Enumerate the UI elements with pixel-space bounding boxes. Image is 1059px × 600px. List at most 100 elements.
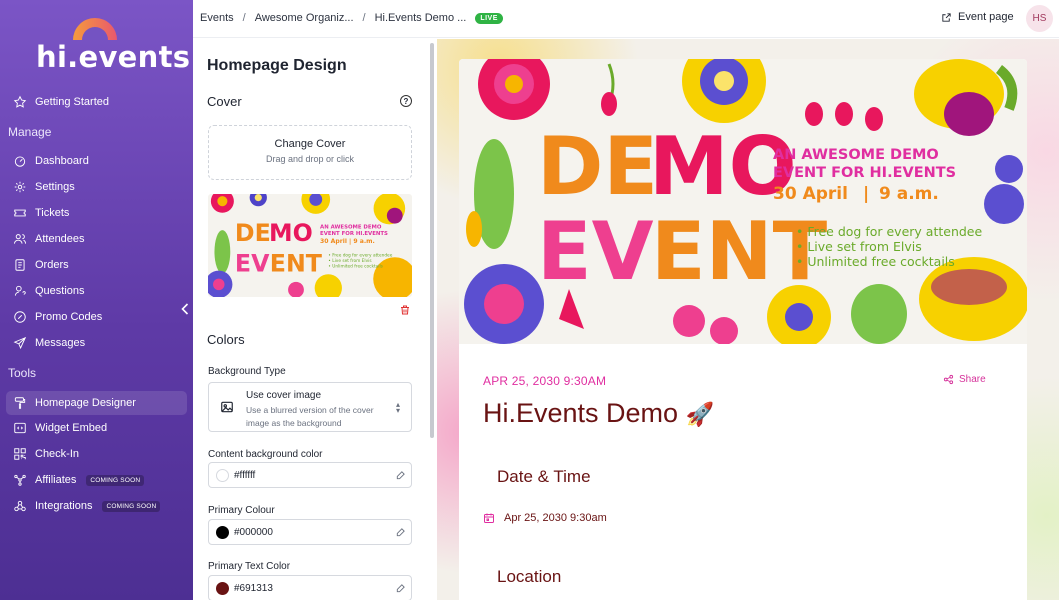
sidebar-item-label: Dashboard	[35, 155, 89, 167]
sidebar-item-settings[interactable]: Settings	[6, 175, 187, 199]
send-icon	[12, 336, 27, 351]
date-time-heading: Date & Time	[497, 467, 591, 486]
collapse-sidebar-chevron-icon[interactable]	[178, 300, 192, 318]
eyedropper-icon[interactable]	[395, 470, 406, 481]
sidebar-item-integrations[interactable]: Integrations COMING SOON	[6, 494, 187, 518]
sidebar-item-label: Attendees	[35, 233, 85, 245]
sidebar-item-label: Affiliates	[35, 474, 77, 486]
sidebar-item-label: Check-In	[35, 448, 80, 460]
trash-icon[interactable]	[399, 304, 411, 316]
primary-colour-label: Primary Colour	[208, 505, 275, 516]
date-time-value: Apr 25, 2030 9:30am	[504, 512, 607, 524]
external-link-icon	[942, 12, 951, 22]
drag-drop-hint: Drag and drop or click	[265, 154, 355, 164]
share-icon	[943, 374, 954, 385]
svg-text:MO: MO	[269, 219, 313, 247]
svg-text:DE: DE	[537, 120, 658, 213]
page-title: Homepage Design	[207, 57, 347, 74]
primary-text-color-input[interactable]: #691313	[208, 575, 412, 600]
cover-bullet: • Free dog for every attendee	[796, 224, 982, 239]
cover-time: 9 a.m.	[879, 184, 939, 204]
image-icon	[221, 401, 233, 413]
sidebar-item-homepage-designer[interactable]: Homepage Designer	[6, 391, 187, 415]
sidebar-item-questions[interactable]: Questions	[6, 279, 187, 303]
cover-dropzone[interactable]: Change Cover Drag and drop or click	[208, 125, 412, 180]
primary-colour-hex: #000000	[234, 527, 273, 538]
dashboard-icon	[12, 154, 27, 169]
svg-text:AN AWESOME DEMO: AN AWESOME DEMO	[320, 225, 382, 231]
users-icon	[12, 232, 27, 247]
coming-soon-badge: COMING SOON	[86, 474, 145, 486]
sidebar-item-affiliates[interactable]: Affiliates COMING SOON	[6, 468, 187, 492]
sidebar-item-label: Promo Codes	[35, 311, 103, 323]
manage-heading: Manage	[8, 125, 52, 139]
logo-text: hi.events	[36, 40, 191, 74]
help-icon[interactable]: ?	[400, 95, 412, 107]
panel-scrollbar[interactable]	[430, 43, 434, 438]
sidebar-item-label: Orders	[35, 259, 69, 271]
date-time-row: Apr 25, 2030 9:30am	[483, 512, 607, 524]
share-button[interactable]: Share	[943, 374, 986, 385]
color-swatch	[216, 526, 229, 539]
sidebar-item-widget-embed[interactable]: Widget Embed	[6, 416, 187, 440]
sidebar-item-label: Widget Embed	[35, 422, 108, 434]
ticket-icon	[12, 206, 27, 221]
breadcrumb-events[interactable]: Events	[200, 12, 234, 24]
sidebar-item-promo-codes[interactable]: Promo Codes	[6, 305, 187, 329]
tools-heading: Tools	[8, 366, 37, 380]
change-cover-label: Change Cover	[274, 138, 346, 150]
event-homepage-preview: DE MO EV ENT AN AWESOME DEMO EVENT FOR H…	[437, 39, 1059, 600]
content-bg-color-input[interactable]: #ffffff	[208, 462, 412, 488]
homepage-design-panel: Homepage Design Cover ? Change Cover Dra…	[193, 39, 437, 600]
background-type-select[interactable]: Use cover image Use a blurred version of…	[208, 382, 412, 432]
live-status-badge: LIVE	[475, 12, 503, 24]
chevron-up-down-icon: ▴ ▾	[396, 400, 401, 415]
question-user-icon	[12, 284, 27, 299]
breadcrumb-organizer[interactable]: Awesome Organiz...	[255, 12, 354, 24]
svg-text:30 April | 9 a.m.: 30 April | 9 a.m.	[320, 238, 375, 246]
sidebar-item-getting-started[interactable]: Getting Started	[6, 90, 187, 114]
breadcrumb-separator: /	[362, 12, 366, 24]
cover-image: DE MO EV ENT AN AWESOME DEMO EVENT FOR H…	[459, 59, 1027, 344]
event-page-link[interactable]: Event page	[941, 11, 1014, 23]
sidebar-item-label: Tickets	[35, 207, 70, 219]
location-heading: Location	[497, 567, 562, 586]
sidebar-item-tickets[interactable]: Tickets	[6, 201, 187, 225]
sidebar-item-check-in[interactable]: Check-In	[6, 442, 187, 466]
cover-section-title: Cover	[207, 94, 242, 109]
eyedropper-icon[interactable]	[395, 583, 406, 594]
breadcrumb: Events / Awesome Organiz... / Hi.Events …	[200, 12, 503, 24]
cover-thumbnail: DE MO EV ENT AN AWESOME DEMO EVENT FOR H…	[208, 194, 412, 297]
primary-colour-input[interactable]: #000000	[208, 519, 412, 545]
top-bar: Events / Awesome Organiz... / Hi.Events …	[193, 0, 1059, 38]
svg-text:EVENT FOR HI.EVENTS: EVENT FOR HI.EVENTS	[320, 231, 388, 237]
eyedropper-icon[interactable]	[395, 527, 406, 538]
svg-text:EV: EV	[537, 205, 654, 298]
share-label: Share	[959, 374, 986, 385]
content-bg-hex: #ffffff	[234, 470, 256, 481]
integrations-icon	[12, 499, 27, 514]
svg-text:• Unlimited free cocktails: • Unlimited free cocktails	[328, 263, 383, 269]
cover-bullet: • Live set from Elvis	[796, 239, 922, 254]
cover-date: 30 April	[773, 184, 848, 204]
svg-text:• Live set from Elvis: • Live set from Elvis	[328, 258, 372, 264]
avatar[interactable]: HS	[1026, 5, 1053, 32]
sidebar-item-dashboard[interactable]: Dashboard	[6, 149, 187, 173]
hi-events-logo[interactable]: hi.events	[36, 18, 190, 74]
colors-section-title: Colors	[207, 332, 245, 347]
sidebar-item-messages[interactable]: Messages	[6, 331, 187, 355]
calendar-icon	[484, 513, 494, 523]
content-bg-label: Content background color	[208, 449, 323, 460]
color-swatch	[216, 469, 229, 482]
breadcrumb-event[interactable]: Hi.Events Demo ...	[375, 12, 467, 24]
sidebar-item-orders[interactable]: Orders	[6, 253, 187, 277]
orders-icon	[12, 258, 27, 273]
paint-icon	[12, 396, 27, 411]
svg-text:|: |	[863, 184, 869, 204]
affiliate-icon	[12, 473, 27, 488]
svg-text:• Free dog for every attendee: • Free dog for every attendee	[328, 253, 392, 259]
sidebar-item-attendees[interactable]: Attendees	[6, 227, 187, 251]
breadcrumb-separator: /	[242, 12, 246, 24]
primary-text-hex: #691313	[234, 583, 273, 594]
sidebar-item-label: Messages	[35, 337, 86, 349]
